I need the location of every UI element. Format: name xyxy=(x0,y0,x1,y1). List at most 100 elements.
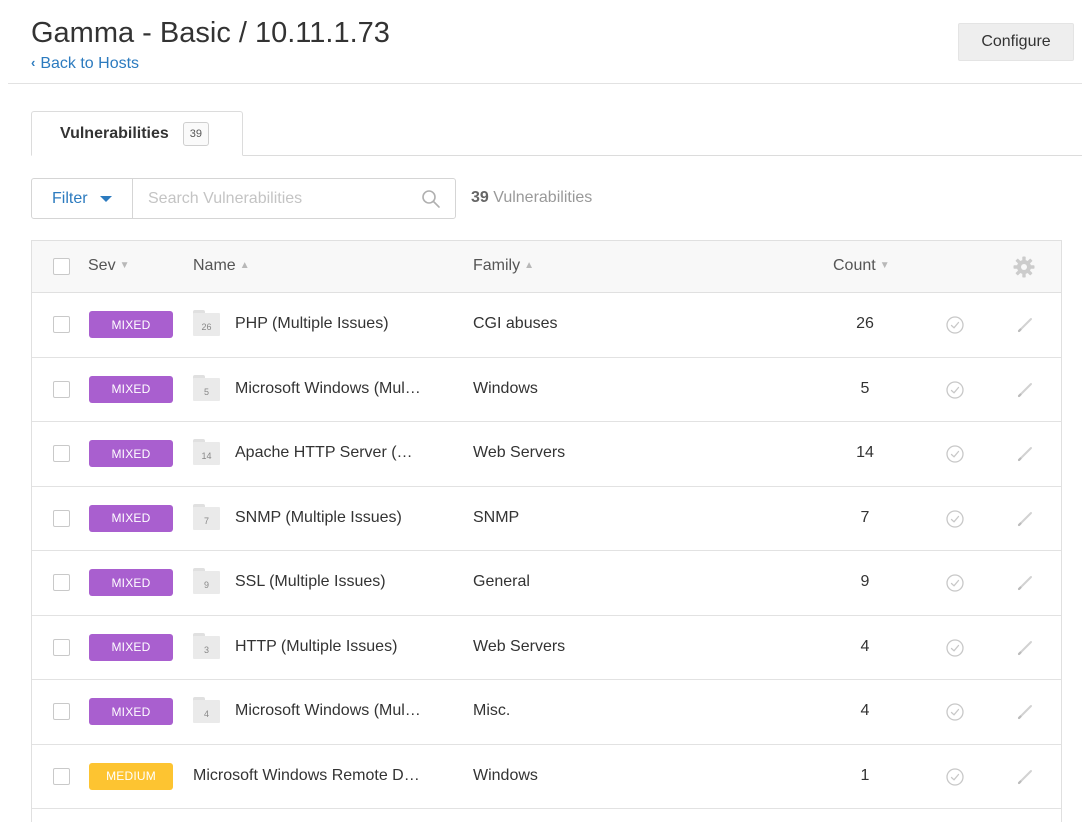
severity-badge: MIXED xyxy=(89,375,173,403)
pencil-icon[interactable] xyxy=(1015,767,1035,787)
table-row[interactable]: MIXED 14 Apache HTTP Server (… Web Servers 1… xyxy=(32,422,1061,487)
folder-icon: 7 xyxy=(193,503,220,531)
column-header-name[interactable]: Name ▲ xyxy=(193,257,250,275)
table-row[interactable]: MIXED 3 HTTP (Multiple Issues) Web Servers 4 xyxy=(32,615,1061,680)
snooze-icon[interactable] xyxy=(945,767,965,787)
count-header-label: Count xyxy=(833,257,876,274)
group-count: 26 xyxy=(201,322,212,332)
vulnerability-count-summary: 39 Vulnerabilities xyxy=(471,189,592,207)
group-count: 5 xyxy=(203,386,209,397)
table-body: MIXED 26 PHP (Multiple Issues) CGI abuses 26… xyxy=(32,293,1061,809)
name-header-label: Name xyxy=(193,257,236,274)
page-title: Gamma - Basic / 10.11.1.73 xyxy=(31,17,390,49)
vulnerability-name[interactable]: Microsoft Windows (Mul… xyxy=(235,380,421,398)
summary-label: Vulnerabilities xyxy=(493,189,593,206)
folder-icon: 3 xyxy=(193,632,220,660)
table-row[interactable]: MIXED 4 Microsoft Windows (Mul… Misc. 4 xyxy=(32,680,1061,745)
severity-badge: MIXED xyxy=(89,569,173,596)
severity-badge: MIXED xyxy=(89,504,173,532)
folder-icon: 14 xyxy=(193,439,220,466)
family-header-label: Family xyxy=(473,257,521,274)
group-count: 3 xyxy=(203,644,209,655)
group-count: 14 xyxy=(201,451,212,461)
snooze-icon[interactable] xyxy=(945,702,965,722)
search-icon[interactable] xyxy=(421,189,441,209)
table-row[interactable]: MIXED 9 SSL (Multiple Issues) General 9 xyxy=(32,551,1061,616)
vulnerability-family: Misc. xyxy=(473,702,511,719)
gear-icon[interactable] xyxy=(1012,255,1036,279)
column-header-family[interactable]: Family ▲ xyxy=(473,257,534,275)
row-checkbox[interactable] xyxy=(53,767,70,785)
severity-badge: MIXED xyxy=(89,633,173,661)
vulnerability-name[interactable]: Microsoft Windows (Mul… xyxy=(235,702,421,720)
row-checkbox[interactable] xyxy=(53,380,70,398)
pencil-icon[interactable] xyxy=(1015,444,1035,464)
row-checkbox[interactable] xyxy=(53,445,70,462)
pencil-icon[interactable] xyxy=(1015,509,1035,529)
snooze-icon[interactable] xyxy=(945,380,965,400)
table-row[interactable]: MIXED 5 Microsoft Windows (Mul… Windows 5 xyxy=(32,357,1061,422)
row-checkbox[interactable] xyxy=(53,574,70,591)
snooze-icon[interactable] xyxy=(945,315,965,335)
pencil-icon[interactable] xyxy=(1015,380,1035,400)
group-count: 9 xyxy=(203,580,209,590)
severity-badge: MIXED xyxy=(89,440,173,467)
vulnerability-family: General xyxy=(473,573,530,590)
table-row[interactable]: MIXED 7 SNMP (Multiple Issues) SNMP 7 xyxy=(32,486,1061,551)
vulnerability-name[interactable]: Apache HTTP Server (… xyxy=(235,444,413,462)
filter-button[interactable]: Filter xyxy=(31,178,133,219)
configure-button[interactable]: Configure xyxy=(958,23,1074,61)
vulnerability-name[interactable]: Microsoft Windows Remote D… xyxy=(193,767,420,785)
pencil-icon[interactable] xyxy=(1015,315,1035,335)
vulnerability-family: Windows xyxy=(473,379,538,397)
snooze-icon[interactable] xyxy=(945,573,965,593)
vulnerability-family: CGI abuses xyxy=(473,315,558,332)
severity-badge: MEDIUM xyxy=(89,762,173,790)
severity-badge: MIXED xyxy=(89,698,173,725)
vulnerability-name[interactable]: HTTP (Multiple Issues) xyxy=(235,638,397,656)
vulnerability-family: Web Servers xyxy=(473,637,566,655)
folder-icon: 5 xyxy=(193,374,220,402)
select-all-checkbox[interactable] xyxy=(53,258,70,275)
column-header-count[interactable]: Count ▼ xyxy=(833,257,890,275)
summary-count: 39 xyxy=(471,189,489,206)
vulnerability-count: 4 xyxy=(860,637,870,655)
sort-desc-icon: ▼ xyxy=(879,260,890,271)
pencil-icon[interactable] xyxy=(1015,702,1035,722)
caret-down-icon xyxy=(99,195,112,202)
folder-icon: 26 xyxy=(193,310,220,337)
row-checkbox[interactable] xyxy=(53,703,70,720)
snooze-icon[interactable] xyxy=(945,509,965,529)
vulnerability-count: 7 xyxy=(860,508,870,526)
column-header-sev[interactable]: Sev ▼ xyxy=(88,257,129,275)
vulnerability-count: 5 xyxy=(860,379,870,397)
severity-badge: MIXED xyxy=(89,311,173,338)
vulnerability-name[interactable]: SSL (Multiple Issues) xyxy=(235,573,386,591)
tab-count-badge: 39 xyxy=(182,121,210,146)
pencil-icon[interactable] xyxy=(1015,573,1035,593)
table-row[interactable]: MIXED 26 PHP (Multiple Issues) CGI abuses 26 xyxy=(32,293,1061,358)
row-checkbox[interactable] xyxy=(53,316,70,333)
tab-label: Vulnerabilities xyxy=(60,124,169,142)
vulnerabilities-table: Sev ▼ Name ▲ Family ▲ Count ▼ MIXED 26 PHP (Mu… xyxy=(31,240,1062,822)
back-link-label: Back to Hosts xyxy=(40,55,140,72)
sev-header-label: Sev xyxy=(88,257,116,274)
vulnerability-family: Windows xyxy=(473,766,538,784)
header-divider xyxy=(8,83,1082,84)
vulnerability-count: 26 xyxy=(856,315,874,332)
snooze-icon[interactable] xyxy=(945,638,965,658)
search-input[interactable] xyxy=(133,179,403,218)
table-row[interactable]: MEDIUM Microsoft Windows Remote D… Windows… xyxy=(32,744,1061,809)
folder-icon: 9 xyxy=(193,568,220,595)
pencil-icon[interactable] xyxy=(1015,638,1035,658)
row-checkbox[interactable] xyxy=(53,509,70,527)
back-to-hosts-link[interactable]: ‹ Back to Hosts xyxy=(31,55,139,73)
table-header: Sev ▼ Name ▲ Family ▲ Count ▼ xyxy=(32,241,1061,293)
vulnerability-name[interactable]: PHP (Multiple Issues) xyxy=(235,315,389,333)
snooze-icon[interactable] xyxy=(945,444,965,464)
vulnerability-name[interactable]: SNMP (Multiple Issues) xyxy=(235,509,402,527)
vulnerability-family: SNMP xyxy=(473,508,520,526)
tab-vulnerabilities[interactable]: Vulnerabilities 39 xyxy=(31,111,243,156)
row-checkbox[interactable] xyxy=(53,638,70,656)
sort-asc-icon: ▲ xyxy=(239,260,250,271)
